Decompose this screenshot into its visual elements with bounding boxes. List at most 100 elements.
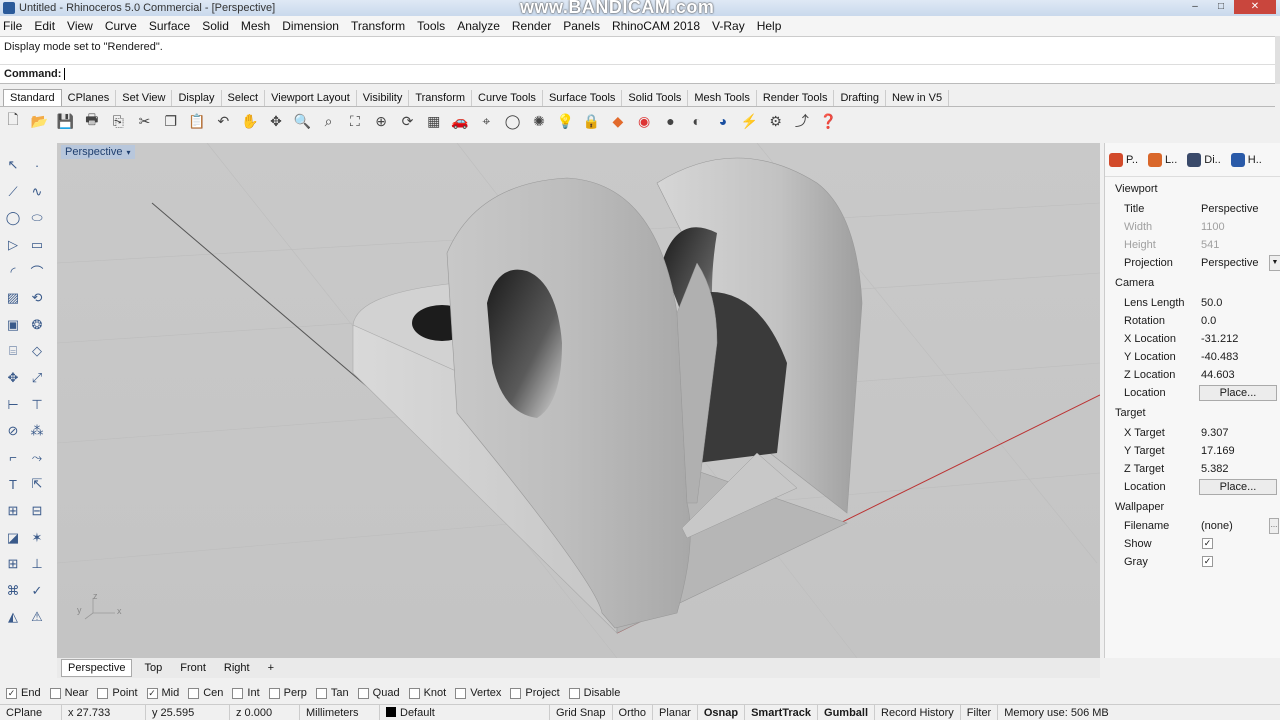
car-icon[interactable]: 🚗 [450,111,470,131]
minimize-button[interactable]: – [1182,0,1208,14]
toolbar-tab-set-view[interactable]: Set View [116,90,173,106]
polyline-icon[interactable]: ⟋ [2,181,24,203]
circle-tool-icon[interactable]: ◯ [2,207,24,229]
osnap-perp[interactable]: Perp [268,687,307,699]
light-icon[interactable]: ✺ [529,111,549,131]
menu-item-v-ray[interactable]: V-Ray [712,19,745,33]
viewport-tab-top[interactable]: Top [138,660,168,676]
layout-icon[interactable]: ⊞ [2,553,24,575]
toolbar-tab-mesh-tools[interactable]: Mesh Tools [688,90,757,106]
menu-item-render[interactable]: Render [512,19,551,33]
menu-item-help[interactable]: Help [757,19,782,33]
osnap-vertex[interactable]: Vertex [455,687,501,699]
layer-indicator[interactable]: Default [380,704,550,720]
add-viewport-tab-button[interactable]: + [262,660,280,676]
y-target-value[interactable]: 17.169 [1201,445,1235,457]
osnap-icon[interactable]: ⌖ [476,111,496,131]
command-line[interactable]: Command: [0,64,1275,84]
osnap-knot[interactable]: Knot [408,687,446,699]
menu-item-view[interactable]: View [67,19,93,33]
osnap-end-checkbox[interactable]: ✓ [6,687,17,699]
wand-icon[interactable]: ⚡ [739,111,759,131]
check-icon[interactable]: ✓ [26,580,48,602]
boolean-icon[interactable]: ❂ [26,314,48,336]
surface-icon[interactable]: ▨ [2,287,24,309]
toolbar-tab-cplanes[interactable]: CPlanes [62,90,117,106]
chevron-down-icon[interactable]: ▾ [126,148,130,157]
lock-icon[interactable]: 🔒 [582,111,602,131]
open-icon[interactable]: 📂 [29,111,49,131]
osnap-near-checkbox[interactable] [49,687,61,699]
help-icon[interactable]: ❓ [818,111,838,131]
osnap-point-checkbox[interactable] [97,687,109,699]
text-icon[interactable]: ⊤ [26,394,48,416]
freeform-icon[interactable]: ⌒ [26,261,48,283]
osnap-int[interactable]: Int [232,687,260,699]
panel-tab-2[interactable]: Di.. [1187,152,1221,167]
sphere-icon[interactable]: ● [660,111,680,131]
rectangle-icon[interactable]: ▭ [26,234,48,256]
viewport-tab-front[interactable]: Front [174,660,212,676]
render-sphere-icon[interactable]: ◕ [713,111,733,131]
osnap-disable[interactable]: Disable [568,687,620,699]
osnap-perp-checkbox[interactable] [268,687,280,699]
menu-item-file[interactable]: File [3,19,22,33]
warning-icon[interactable]: ⚠ [26,606,48,628]
viewport-title[interactable]: Perspective ▾ [61,145,135,159]
move-view-icon[interactable]: ✥ [266,111,286,131]
osnap-tan[interactable]: Tan [315,687,349,699]
planar-toggle[interactable]: Planar [653,704,698,720]
z-target-value[interactable]: 5.382 [1201,463,1229,475]
transform-icon[interactable]: ⤢ [26,367,48,389]
toolbar-tab-viewport-layout[interactable]: Viewport Layout [265,90,357,106]
osnap-cen-checkbox[interactable] [188,687,200,699]
render-icon[interactable]: ◪ [2,527,24,549]
osnap-mid[interactable]: ✓ Mid [146,687,179,699]
menu-item-analyze[interactable]: Analyze [457,19,500,33]
perspective-viewport[interactable]: y z x Perspective ▾ [57,143,1100,658]
filter-toggle[interactable]: Filter [961,704,999,720]
osnap-knot-checkbox[interactable] [408,687,420,699]
toolbar-tab-transform[interactable]: Transform [409,90,473,106]
menu-item-panels[interactable]: Panels [563,19,600,33]
osnap-end[interactable]: ✓ End [6,687,41,699]
osnap-point[interactable]: Point [97,687,138,699]
copy-icon[interactable]: ❐ [161,111,181,131]
menu-item-transform[interactable]: Transform [351,19,405,33]
menu-item-tools[interactable]: Tools [417,19,445,33]
cut-icon[interactable]: ✂ [134,111,154,131]
toolbar-tab-render-tools[interactable]: Render Tools [757,90,835,106]
osnap-quad-checkbox[interactable] [357,687,369,699]
color-wheel-icon[interactable]: ◉ [634,111,654,131]
menu-item-solid[interactable]: Solid [202,19,229,33]
undo-icon[interactable]: ↶ [213,111,233,131]
box-icon[interactable]: ▣ [2,314,24,336]
osnap-project-checkbox[interactable] [510,687,522,699]
panel-tab-0[interactable]: P.. [1109,152,1138,167]
rotate-surface-icon[interactable]: ⟲ [26,287,48,309]
osnap-quad[interactable]: Quad [357,687,400,699]
gear-icon[interactable]: ⚙ [766,111,786,131]
toolbar-tab-display[interactable]: Display [172,90,222,106]
osnap-tan-checkbox[interactable] [315,687,327,699]
menu-item-edit[interactable]: Edit [34,19,55,33]
show-checkbox[interactable]: ✓ [1202,538,1213,549]
projection-dropdown-icon[interactable]: ▼ [1269,255,1280,271]
mesh-icon[interactable]: ◇ [26,340,48,362]
x-location-value[interactable]: -31.212 [1201,333,1238,345]
filename-value[interactable]: (none) [1201,520,1233,532]
gumball-toggle[interactable]: Gumball [818,704,876,720]
grid-snap-toggle[interactable]: Grid Snap [550,704,613,720]
menu-item-curve[interactable]: Curve [105,19,137,33]
analysis-icon[interactable]: ◭ [2,606,24,628]
arc-icon[interactable]: ◜ [2,261,24,283]
osnap-mid-checkbox[interactable]: ✓ [146,687,158,699]
pan-icon[interactable]: ✋ [240,111,260,131]
group-icon[interactable]: ⁂ [26,420,48,442]
shaded-sphere-icon[interactable]: ◐ [687,111,707,131]
rotation-value[interactable]: 0.0 [1201,315,1216,327]
lightbulb-icon[interactable]: 💡 [555,111,575,131]
units-label[interactable]: Millimeters [300,704,380,720]
target-place-button[interactable]: Place... [1199,479,1277,495]
osnap-project[interactable]: Project [510,687,560,699]
